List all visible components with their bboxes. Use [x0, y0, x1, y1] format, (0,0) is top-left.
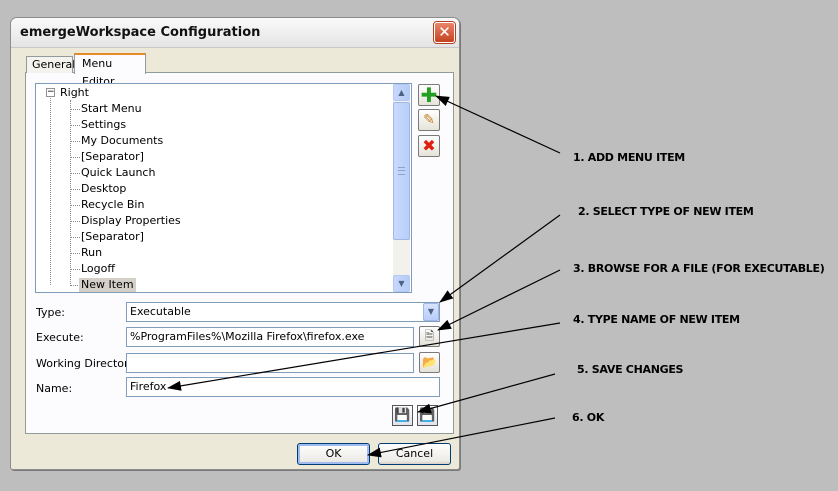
arrow-4	[167, 322, 561, 391]
arrow-5	[417, 373, 556, 414]
callout-ok: 6. OK	[572, 411, 605, 424]
callout-select-type: 2. SELECT TYPE OF NEW ITEM	[578, 205, 754, 218]
arrow-3	[437, 269, 561, 331]
callout-add-menu-item: 1. ADD MENU ITEM	[573, 151, 685, 164]
arrow-1	[435, 95, 561, 154]
annotation-arrows	[167, 95, 561, 458]
callout-browse-file: 3. BROWSE FOR A FILE (FOR EXECUTABLE)	[573, 262, 825, 275]
callout-type-name: 4. TYPE NAME OF NEW ITEM	[573, 313, 740, 326]
arrow-2	[439, 214, 561, 303]
arrow-6	[367, 417, 556, 458]
callout-save-changes: 5. SAVE CHANGES	[577, 363, 684, 376]
